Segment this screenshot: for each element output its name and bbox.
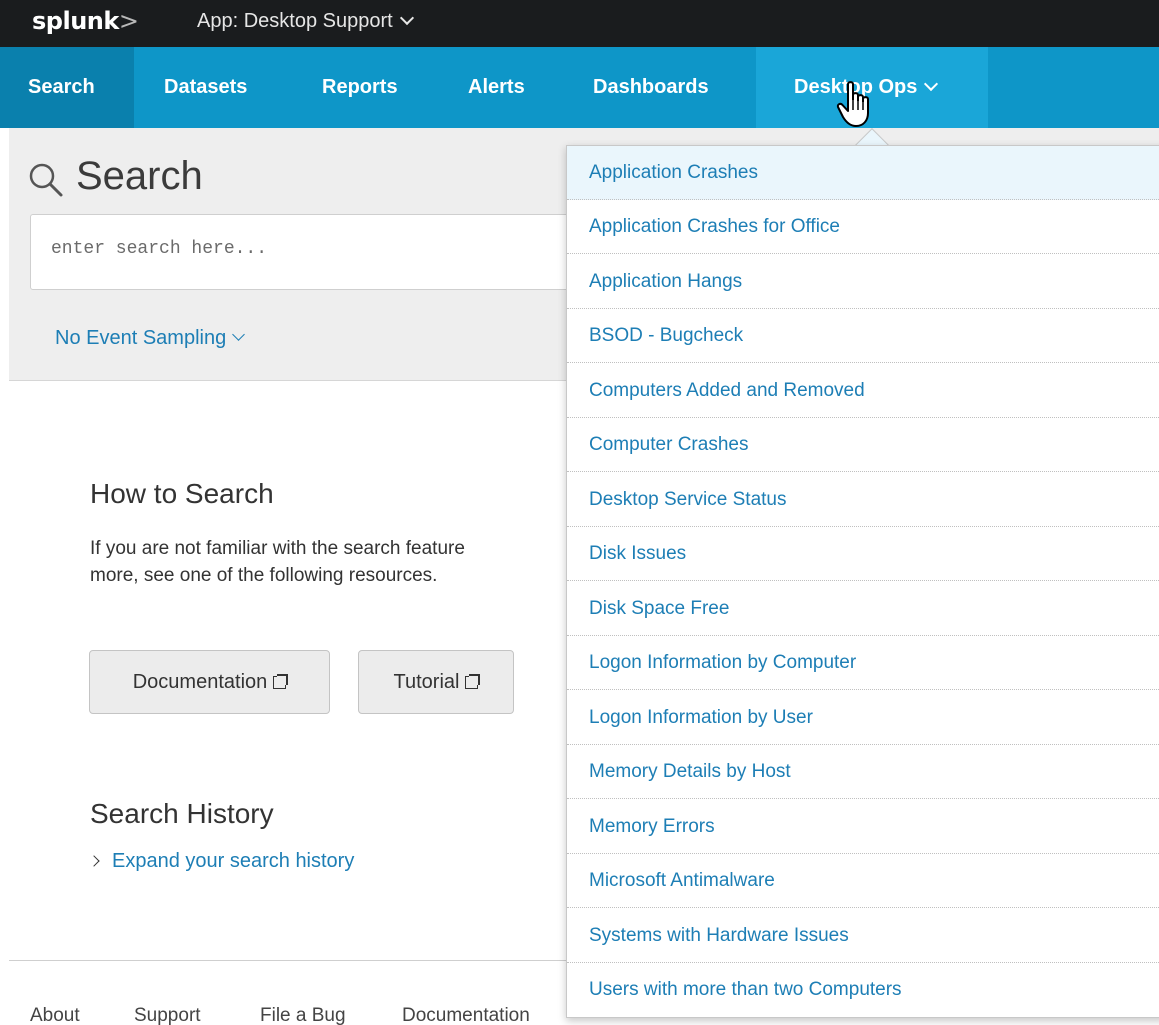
- desktop-ops-dropdown-menu: Application Crashes Application Crashes …: [566, 145, 1159, 1018]
- top-bar: splunk> App: Desktop Support: [0, 0, 1159, 47]
- chevron-down-icon: [399, 10, 414, 26]
- documentation-button[interactable]: Documentation: [89, 650, 330, 714]
- footer-link-documentation[interactable]: Documentation: [402, 1005, 530, 1025]
- nav-datasets-label: Datasets: [164, 76, 248, 98]
- nav-reports[interactable]: Reports: [322, 47, 398, 128]
- hand-cursor-icon: [836, 81, 869, 127]
- tutorial-button-label: Tutorial: [393, 671, 460, 693]
- nav-datasets[interactable]: Datasets: [164, 47, 247, 128]
- how-to-search-text: If you are not familiar with the search …: [90, 535, 465, 589]
- search-input[interactable]: [51, 239, 551, 259]
- menu-item-desktop-service-status[interactable]: Desktop Service Status: [567, 473, 1159, 527]
- menu-item-application-crashes[interactable]: Application Crashes: [567, 146, 1159, 200]
- app-menu[interactable]: App: Desktop Support: [197, 10, 414, 33]
- footer-link-file-a-bug[interactable]: File a Bug: [260, 1005, 346, 1025]
- nav-search[interactable]: Search: [0, 47, 134, 128]
- menu-item-application-hangs[interactable]: Application Hangs: [567, 255, 1159, 309]
- documentation-button-label: Documentation: [132, 671, 268, 693]
- menu-item-disk-issues[interactable]: Disk Issues: [567, 527, 1159, 581]
- chevron-down-icon: [924, 76, 939, 92]
- nav-dashboards[interactable]: Dashboards: [593, 47, 709, 128]
- external-link-icon: [465, 674, 481, 689]
- how-to-search-heading: How to Search: [90, 478, 274, 509]
- chevron-right-icon: [88, 855, 100, 867]
- expand-search-history-label: Expand your search history: [112, 850, 355, 872]
- menu-item-users-with-more-than-two-computers[interactable]: Users with more than two Computers: [567, 963, 1159, 1017]
- help-text-line-2: more, see one of the following resources…: [90, 565, 438, 586]
- nav-alerts[interactable]: Alerts: [468, 47, 525, 128]
- nav-alerts-label: Alerts: [468, 76, 525, 98]
- logo-suffix: >: [118, 7, 139, 35]
- tutorial-button[interactable]: Tutorial: [358, 650, 514, 714]
- menu-item-disk-space-free[interactable]: Disk Space Free: [567, 582, 1159, 636]
- search-history-heading: Search History: [90, 798, 274, 829]
- nav-dashboards-label: Dashboards: [593, 76, 709, 98]
- page-title: Search: [76, 154, 203, 198]
- external-link-icon: [273, 674, 289, 689]
- splunk-logo[interactable]: splunk>: [32, 7, 139, 35]
- help-text-line-1: If you are not familiar with the search …: [90, 538, 465, 559]
- chevron-down-icon: [232, 328, 246, 341]
- menu-item-computer-crashes[interactable]: Computer Crashes: [567, 418, 1159, 472]
- menu-item-memory-details-by-host[interactable]: Memory Details by Host: [567, 745, 1159, 799]
- footer-link-about[interactable]: About: [30, 1005, 80, 1025]
- logo-text: splunk: [32, 7, 119, 35]
- menu-item-bsod-bugcheck[interactable]: BSOD - Bugcheck: [567, 309, 1159, 363]
- search-icon: [29, 163, 63, 197]
- event-sampling-label: No Event Sampling: [55, 327, 227, 349]
- menu-item-application-crashes-for-office[interactable]: Application Crashes for Office: [567, 200, 1159, 254]
- nav-search-label: Search: [28, 76, 95, 98]
- menu-item-systems-with-hardware-issues[interactable]: Systems with Hardware Issues: [567, 909, 1159, 963]
- app-nav-bar: Search Datasets Reports Alerts Dashboard…: [0, 47, 1159, 128]
- menu-item-microsoft-antimalware[interactable]: Microsoft Antimalware: [567, 854, 1159, 908]
- footer-link-support[interactable]: Support: [134, 1005, 201, 1025]
- nav-reports-label: Reports: [322, 76, 398, 98]
- expand-search-history-link[interactable]: Expand your search history: [88, 850, 355, 873]
- app-menu-label: App: Desktop Support: [197, 10, 393, 32]
- menu-item-memory-errors[interactable]: Memory Errors: [567, 800, 1159, 854]
- menu-item-computers-added-and-removed[interactable]: Computers Added and Removed: [567, 364, 1159, 418]
- menu-item-logon-information-by-computer[interactable]: Logon Information by Computer: [567, 636, 1159, 690]
- menu-item-logon-information-by-user[interactable]: Logon Information by User: [567, 691, 1159, 745]
- event-sampling-dropdown[interactable]: No Event Sampling: [55, 327, 246, 350]
